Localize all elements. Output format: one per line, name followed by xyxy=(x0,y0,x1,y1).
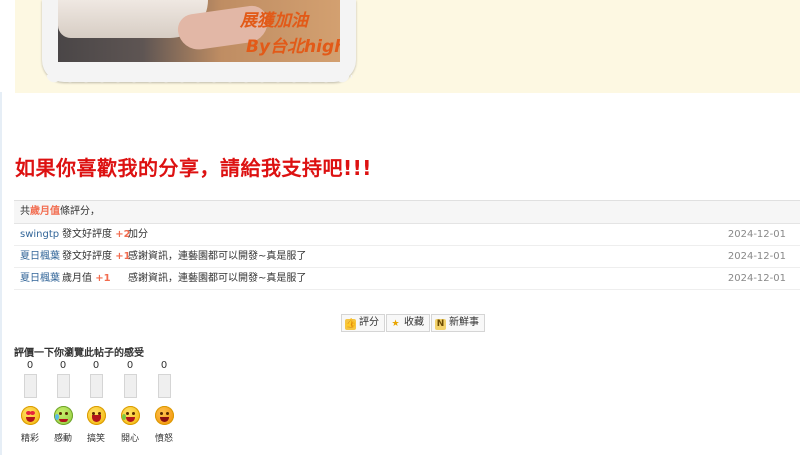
heart-eyes-face-icon[interactable] xyxy=(20,406,40,425)
favorite-button[interactable]: ★ 收藏 xyxy=(386,314,430,332)
rate-button-label: 評分 xyxy=(359,317,379,328)
mood-item-happy[interactable]: 0 開心 xyxy=(117,359,143,444)
rating-score: 歲月值 +1 xyxy=(62,268,111,289)
post-photo-frame: 展獲加油 By台北high xyxy=(42,0,356,89)
photo-scallop-edge xyxy=(46,75,352,89)
mood-rating-title: 評價一下你瀏覽此帖子的感受 xyxy=(14,348,144,359)
rating-reason: 加分 xyxy=(128,229,148,240)
rating-user-link[interactable]: 夏日楓葉 xyxy=(20,246,60,267)
mood-bar xyxy=(157,374,171,398)
rating-score-label: 發文好評度 xyxy=(62,229,112,240)
rating-score: 發文好評度 +2 xyxy=(62,224,131,245)
rating-score: 發文好評度 +1 xyxy=(62,246,131,267)
crying-face-icon[interactable] xyxy=(53,406,73,425)
mood-label: 感動 xyxy=(53,434,72,444)
rating-score-label: 發文好評度 xyxy=(62,251,112,262)
mood-bar xyxy=(56,374,70,398)
rating-score-label: 歲月值 xyxy=(62,273,92,284)
favorite-button-label: 收藏 xyxy=(404,317,424,328)
rating-reason: 感謝資訊，連藝園都可以開發~真是服了 xyxy=(128,273,307,284)
mood-item-touched[interactable]: 0 感動 xyxy=(50,359,76,444)
star-icon: ★ xyxy=(391,319,400,329)
thumbs-up-icon: 👍 xyxy=(345,319,357,330)
mood-bar xyxy=(89,374,103,398)
rating-row: swingtp 發文好評度 +2 加分 2024-12-01 xyxy=(14,224,800,246)
rate-button[interactable]: 👍 評分 xyxy=(341,314,385,332)
mood-count: 0 xyxy=(160,360,168,371)
happy-face-icon[interactable] xyxy=(120,406,140,425)
rating-row: 夏日楓葉 歲月值 +1 感謝資訊，連藝園都可以開發~真是服了 2024-12-0… xyxy=(14,268,800,290)
angry-face-icon[interactable] xyxy=(154,406,174,425)
mood-count: 0 xyxy=(26,360,34,371)
photo-overlay-text-2: By台北high xyxy=(246,37,340,57)
mood-count: 0 xyxy=(59,360,67,371)
mood-count: 0 xyxy=(92,360,100,371)
rating-date: 2024-12-01 xyxy=(727,229,786,240)
rating-user-link[interactable]: swingtp xyxy=(20,224,59,245)
news-icon: N xyxy=(435,319,446,330)
mood-bar xyxy=(123,374,137,398)
rating-summary-highlight: 歲月值 xyxy=(30,206,60,217)
mood-label: 精彩 xyxy=(20,434,39,444)
post-photo[interactable]: 展獲加油 By台北high xyxy=(58,0,340,62)
rating-user-link[interactable]: 夏日楓葉 xyxy=(20,268,60,289)
mood-item-funny[interactable]: 0 搞笑 xyxy=(83,359,109,444)
mood-item-exciting[interactable]: 0 精彩 xyxy=(17,359,43,444)
post-content-area: 展獲加油 By台北high xyxy=(15,0,800,93)
rating-summary-prefix: 共 xyxy=(20,206,30,217)
mood-item-angry[interactable]: 0 憤怒 xyxy=(151,359,177,444)
rating-summary-suffix: 條評分， xyxy=(60,206,100,217)
rating-date: 2024-12-01 xyxy=(727,273,786,284)
rating-log: 共歲月值條評分， swingtp 發文好評度 +2 加分 2024-12-01 … xyxy=(14,200,800,291)
mood-label: 開心 xyxy=(120,434,139,444)
mood-label: 憤怒 xyxy=(154,434,173,444)
mood-label: 搞笑 xyxy=(86,434,105,444)
rating-row: 夏日楓葉 發文好評度 +1 感謝資訊，連藝園都可以開發~真是服了 2024-12… xyxy=(14,246,800,268)
photo-overlay-text-1: 展獲加油 xyxy=(240,11,308,31)
mood-count: 0 xyxy=(126,360,134,371)
share-news-button-label: 新鮮事 xyxy=(449,317,479,328)
mood-bar xyxy=(23,374,37,398)
rating-summary: 共歲月值條評分， xyxy=(14,201,800,224)
laughing-face-icon[interactable] xyxy=(86,406,106,425)
rating-date: 2024-12-01 xyxy=(727,251,786,262)
rating-reason: 感謝資訊，連藝園都可以開發~真是服了 xyxy=(128,251,307,262)
support-heading: 如果你喜歡我的分享，請給我支持吧!!! xyxy=(15,156,372,180)
left-column-divider xyxy=(0,92,2,455)
rating-points: +1 xyxy=(95,273,111,284)
share-news-button[interactable]: N 新鮮事 xyxy=(431,314,485,332)
